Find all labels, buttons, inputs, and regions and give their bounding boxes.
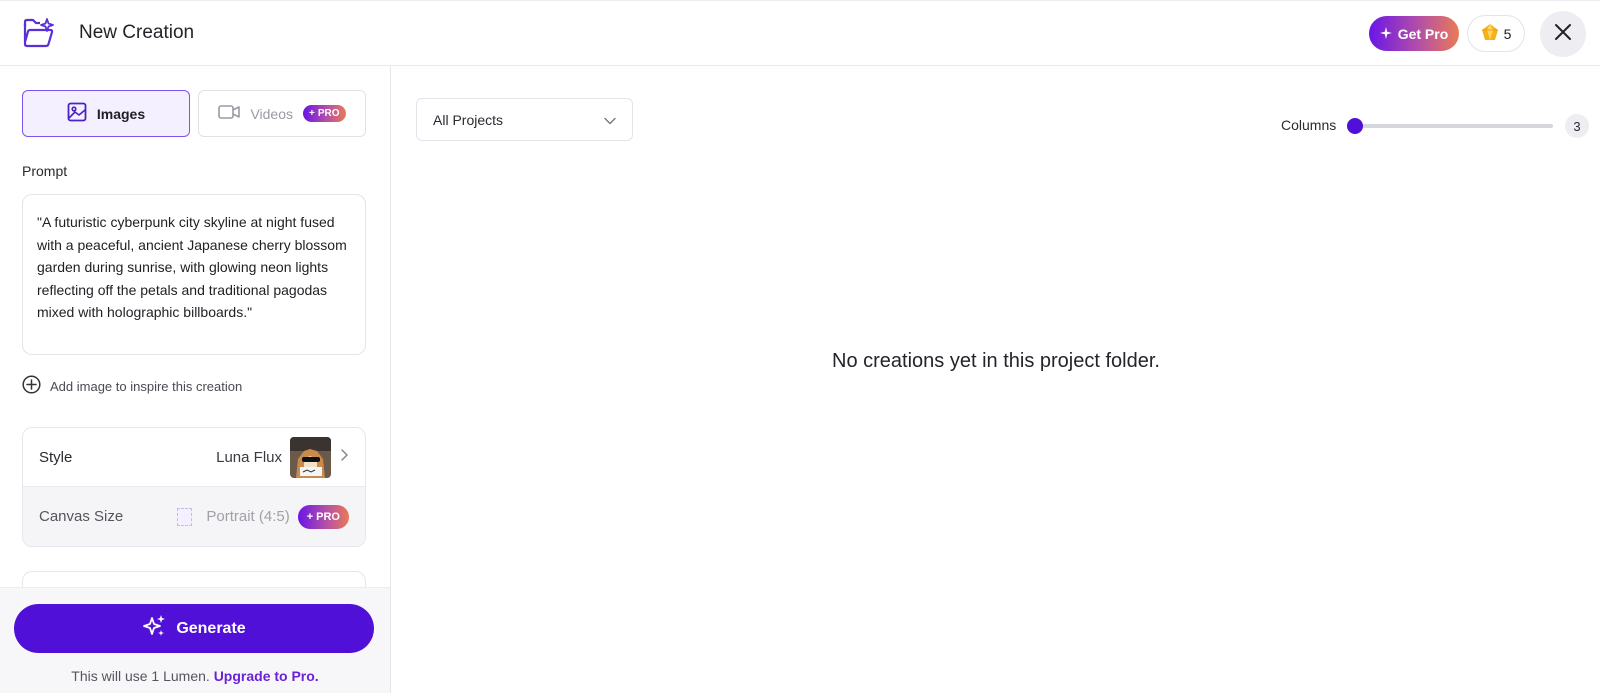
add-image-button[interactable]: Add image to inspire this creation — [22, 374, 242, 398]
sidebar-footer: Generate This will use 1 Lumen. Upgrade … — [0, 587, 390, 693]
empty-state-message: No creations yet in this project folder. — [832, 350, 1160, 372]
folder-sparkle-icon — [22, 17, 56, 49]
tab-videos-label: Videos — [250, 105, 294, 122]
style-value: Luna Flux — [216, 448, 282, 466]
lumen-usage-note: This will use 1 Lumen. Upgrade to Pro. — [71, 668, 319, 684]
pro-badge: + PRO — [303, 105, 346, 122]
sparkle-icon: + — [309, 108, 315, 119]
project-dropdown-value: All Projects — [433, 111, 504, 128]
prompt-input[interactable]: "A futuristic cyberpunk city skyline at … — [22, 194, 366, 355]
style-selector[interactable]: Style Luna Flux — [23, 428, 365, 487]
columns-label: Columns — [1281, 117, 1337, 133]
generate-button[interactable]: Generate — [14, 604, 374, 653]
close-button[interactable] — [1540, 11, 1586, 57]
chevron-down-icon — [604, 112, 616, 128]
prompt-label: Prompt — [22, 163, 68, 179]
settings-card: Style Luna Flux Canvas Size Portrait (4:… — [22, 427, 366, 547]
upgrade-link[interactable]: Upgrade to Pro. — [214, 668, 319, 684]
creation-sidebar: Images Videos + PRO Prompt "A futuristic… — [0, 66, 391, 693]
get-pro-button[interactable]: Get Pro — [1369, 16, 1459, 51]
lumen-count: 5 — [1503, 25, 1512, 42]
tab-videos[interactable]: Videos + PRO — [198, 90, 366, 137]
generate-label: Generate — [176, 619, 246, 637]
chevron-right-icon — [339, 448, 349, 466]
project-dropdown[interactable]: All Projects — [416, 98, 633, 141]
canvas-size-value: Portrait (4:5) — [206, 508, 290, 525]
tab-images[interactable]: Images — [22, 90, 190, 137]
add-image-label: Add image to inspire this creation — [50, 378, 243, 394]
canvas-size-selector[interactable]: Canvas Size Portrait (4:5) + PRO — [23, 487, 365, 546]
lumen-gem-icon — [1481, 23, 1499, 44]
sparkles-icon — [142, 614, 166, 643]
pro-badge: + PRO — [297, 504, 349, 529]
columns-slider-track[interactable] — [1353, 124, 1553, 128]
aspect-ratio-icon — [177, 507, 193, 526]
sparkle-icon: + — [306, 510, 314, 523]
app-header: New Creation Get Pro 5 — [0, 0, 1600, 66]
tab-images-label: Images — [96, 105, 146, 122]
image-icon — [67, 102, 87, 125]
columns-value: 3 — [1565, 114, 1589, 138]
style-thumbnail — [290, 436, 331, 478]
get-pro-label: Get Pro — [1397, 25, 1449, 42]
canvas-size-label: Canvas Size — [39, 508, 124, 525]
lumen-balance[interactable]: 5 — [1467, 15, 1525, 52]
page-title: New Creation — [79, 22, 195, 43]
add-circle-icon — [22, 375, 41, 397]
sparkle-icon — [1379, 26, 1392, 42]
video-camera-icon — [218, 104, 241, 123]
columns-slider-thumb[interactable] — [1347, 118, 1363, 134]
style-label: Style — [39, 448, 73, 466]
close-icon — [1554, 23, 1572, 46]
